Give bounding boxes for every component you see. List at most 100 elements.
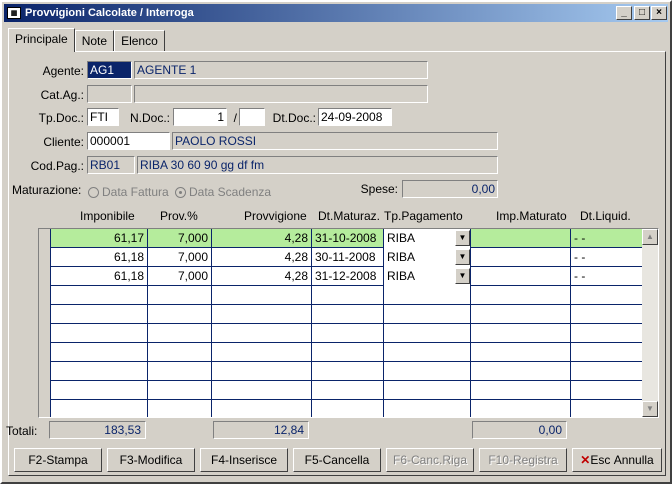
row-selector[interactable] [39,362,51,381]
radio-data-scadenza[interactable]: Data Scadenza [175,185,271,199]
table-cell[interactable] [312,343,384,362]
table-row[interactable] [39,324,643,343]
table-cell[interactable] [571,381,643,400]
table-cell[interactable]: 4,28 [212,267,312,286]
row-selector[interactable] [39,286,51,305]
table-cell[interactable] [471,305,571,324]
table-cell[interactable] [384,305,471,324]
table-cell[interactable] [212,400,312,417]
chevron-down-icon[interactable]: ▼ [455,249,470,265]
table-cell[interactable] [384,324,471,343]
table-row[interactable]: 61,17 7,000 4,28 31-10-2008 RIBA ▼ - - [39,229,643,248]
table-row[interactable] [39,400,643,417]
table-cell[interactable] [471,343,571,362]
scroll-up-icon[interactable]: ▲ [642,229,658,245]
table-cell[interactable] [471,381,571,400]
ndoc-field[interactable]: 1 [173,108,227,126]
table-cell[interactable] [51,362,148,381]
table-cell[interactable] [51,324,148,343]
canc-riga-button[interactable]: F6-Canc.Riga [386,448,474,472]
modifica-button[interactable]: F3-Modifica [107,448,195,472]
row-selector[interactable] [39,400,51,417]
table-cell[interactable] [571,400,643,417]
table-cell[interactable]: 7,000 [148,267,212,286]
table-cell[interactable] [471,400,571,417]
row-selector[interactable] [39,324,51,343]
table-cell[interactable] [148,305,212,324]
table-cell[interactable] [571,305,643,324]
table-cell[interactable] [384,286,471,305]
table-cell[interactable] [212,324,312,343]
chevron-down-icon[interactable]: ▼ [455,268,470,284]
table-cell[interactable] [212,343,312,362]
table-cell[interactable]: - - [571,267,643,286]
table-cell[interactable] [312,286,384,305]
chevron-down-icon[interactable]: ▼ [455,230,470,246]
close-button[interactable]: × [651,6,667,20]
table-cell[interactable]: RIBA ▼ [384,248,471,267]
table-cell[interactable]: RIBA ▼ [384,267,471,286]
cancella-button[interactable]: F5-Cancella [293,448,381,472]
table-cell[interactable] [471,362,571,381]
table-cell[interactable] [51,343,148,362]
table-cell[interactable] [471,248,571,267]
table-cell[interactable] [471,324,571,343]
table-cell[interactable]: - - [571,248,643,267]
table-cell[interactable]: 7,000 [148,229,212,248]
table-cell[interactable] [148,324,212,343]
row-selector[interactable] [39,381,51,400]
annulla-button[interactable]: ✕Esc Annulla [572,448,662,472]
table-cell[interactable] [51,286,148,305]
table-row[interactable]: 61,18 7,000 4,28 31-12-2008 RIBA ▼ - - [39,267,643,286]
table-cell[interactable] [312,381,384,400]
provvigioni-grid[interactable]: 61,17 7,000 4,28 31-10-2008 RIBA ▼ - -61,18 7,0… [38,228,659,418]
table-row[interactable] [39,362,643,381]
table-row[interactable] [39,305,643,324]
tab-principale[interactable]: Principale [8,28,75,52]
table-cell[interactable] [471,267,571,286]
table-cell[interactable]: 4,28 [212,229,312,248]
vertical-scrollbar[interactable]: ▲ ▼ [642,229,658,417]
stampa-button[interactable]: F2-Stampa [14,448,102,472]
table-cell[interactable] [471,229,571,248]
table-cell[interactable] [148,381,212,400]
table-cell[interactable]: 4,28 [212,248,312,267]
table-cell[interactable] [212,305,312,324]
inserisce-button[interactable]: F4-Inserisce [200,448,288,472]
agente-code-field[interactable]: AG1 [87,61,132,79]
table-cell[interactable] [51,305,148,324]
table-cell[interactable] [148,343,212,362]
table-cell[interactable]: RIBA ▼ [384,229,471,248]
cliente-code-field[interactable]: 000001 [87,132,170,150]
table-cell[interactable]: 31-10-2008 [312,229,384,248]
table-cell[interactable] [212,381,312,400]
table-cell[interactable] [471,286,571,305]
row-selector[interactable] [39,248,51,267]
table-cell[interactable]: 61,18 [51,267,148,286]
table-row[interactable] [39,286,643,305]
table-cell[interactable] [384,343,471,362]
table-cell[interactable]: 61,17 [51,229,148,248]
table-cell[interactable]: - - [571,229,643,248]
table-cell[interactable] [312,400,384,417]
table-row[interactable] [39,381,643,400]
table-cell[interactable] [384,381,471,400]
tpdoc-field[interactable]: FTI [87,108,119,126]
table-cell[interactable] [148,286,212,305]
minimize-button[interactable]: _ [616,6,632,20]
table-cell[interactable] [312,324,384,343]
dtdoc-field[interactable]: 24-09-2008 [318,108,392,126]
table-cell[interactable]: 31-12-2008 [312,267,384,286]
scroll-down-icon[interactable]: ▼ [642,401,658,417]
table-cell[interactable] [571,362,643,381]
tab-note[interactable]: Note [74,30,115,52]
table-cell[interactable] [51,400,148,417]
table-cell[interactable] [384,362,471,381]
row-selector[interactable] [39,343,51,362]
registra-button[interactable]: F10-Registra [479,448,567,472]
table-cell[interactable]: 7,000 [148,248,212,267]
table-cell[interactable] [571,286,643,305]
maximize-button[interactable]: □ [634,6,650,20]
table-cell[interactable] [571,343,643,362]
table-cell[interactable] [212,362,312,381]
